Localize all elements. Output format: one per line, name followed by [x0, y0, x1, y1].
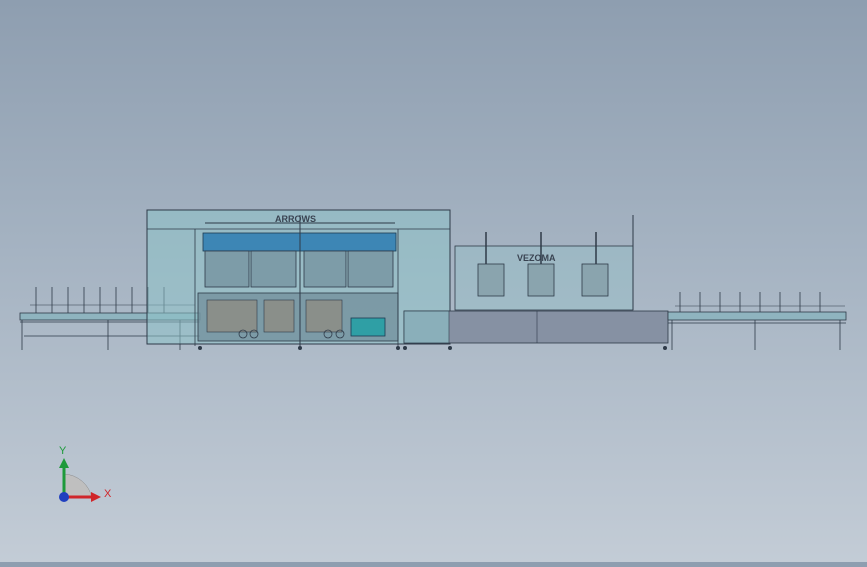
- x-axis-label: X: [104, 488, 112, 500]
- right-brand-text: VEZOMA: [517, 253, 556, 263]
- graphics-viewport[interactable]: ARROWS VEZOMA Y X: [0, 0, 867, 562]
- left-brand-text: ARROWS: [275, 214, 316, 224]
- right-conveyor[interactable]: [667, 292, 847, 350]
- cad-model-view[interactable]: ARROWS VEZOMA Y X: [0, 0, 867, 562]
- z-axis-origin: [59, 492, 69, 502]
- coordinate-triad[interactable]: Y X: [59, 445, 112, 502]
- y-axis-label: Y: [59, 445, 67, 457]
